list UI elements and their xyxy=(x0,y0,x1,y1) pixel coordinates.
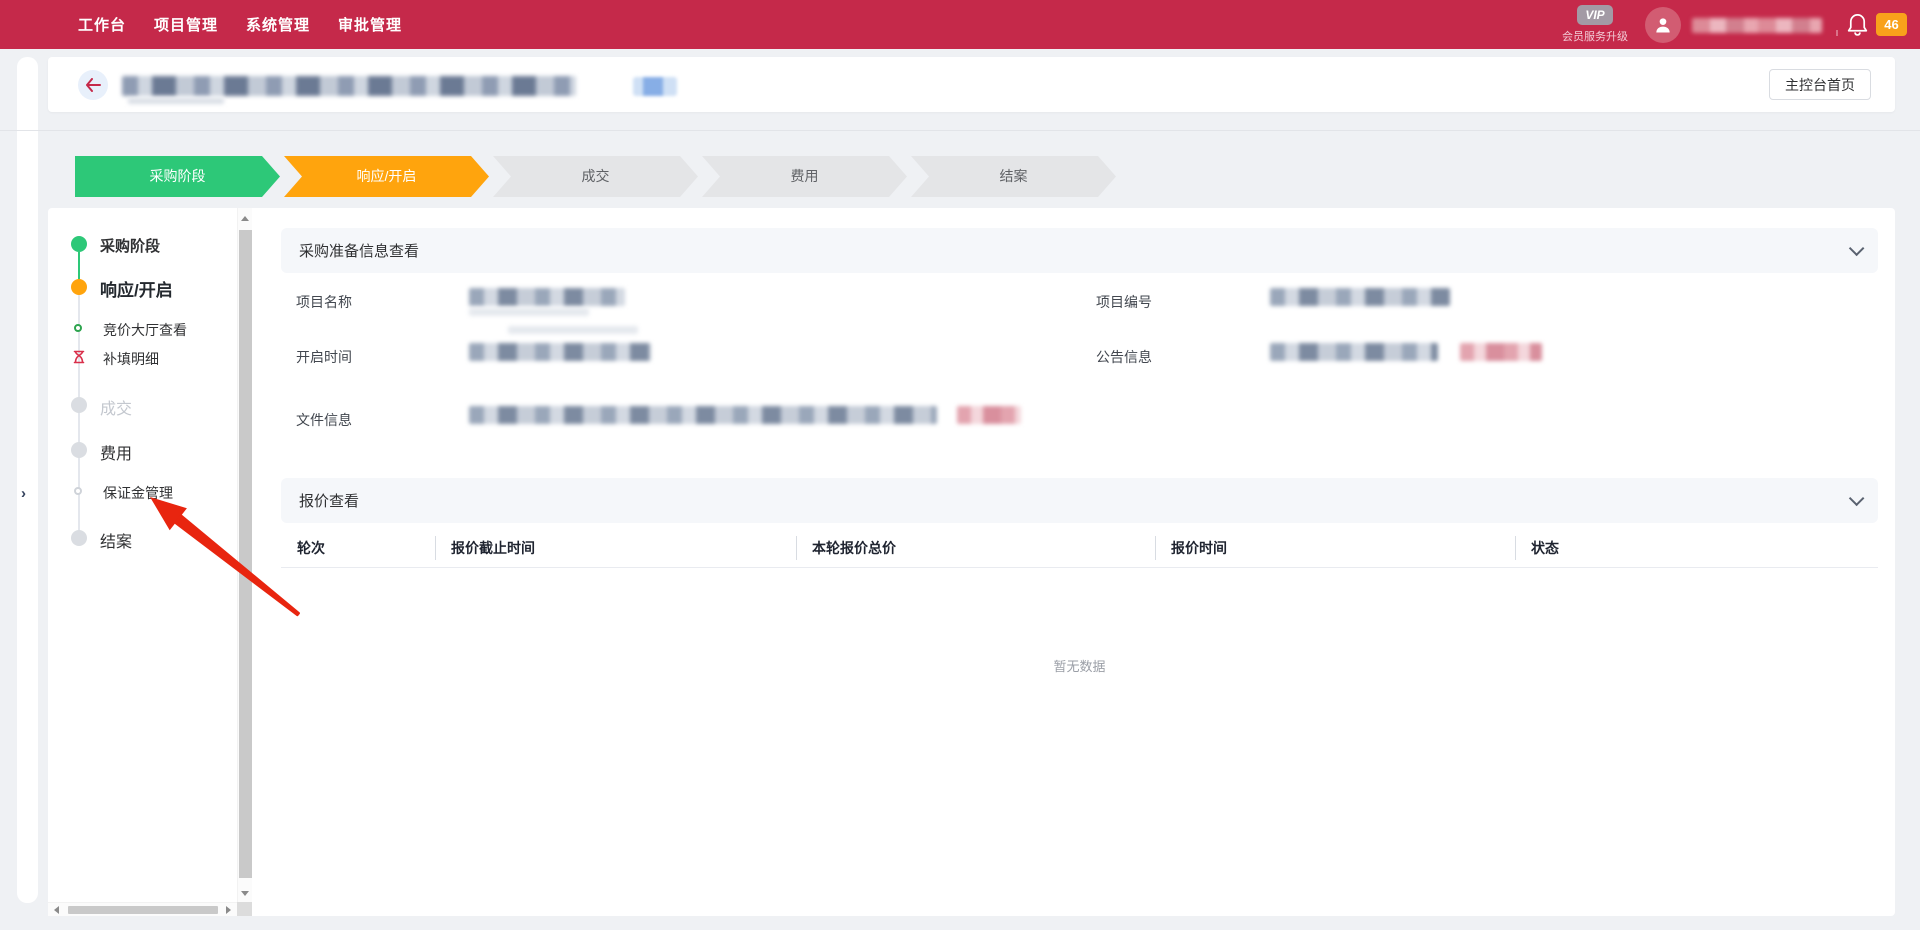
value-project-number-redacted xyxy=(1270,288,1450,306)
column-header-quote-time: 报价时间 xyxy=(1155,528,1515,567)
project-subtitle-redacted xyxy=(128,98,224,104)
quote-table-header-row: 轮次 报价截止时间 本轮报价总价 报价时间 状态 xyxy=(281,528,1878,568)
section-prep-info-header[interactable]: 采购准备信息查看 xyxy=(281,228,1878,273)
console-home-button[interactable]: 主控台首页 xyxy=(1769,69,1871,100)
header-divider xyxy=(0,130,1920,131)
value-announcement-redacted xyxy=(1270,343,1438,361)
scrollbar-corner xyxy=(237,902,252,916)
sidebar-item-deal[interactable]: 成交 xyxy=(100,395,132,419)
sidebar-horizontal-scrollbar[interactable] xyxy=(48,902,237,916)
nav-item-system-mgmt[interactable]: 系统管理 xyxy=(246,14,310,35)
scroll-down-arrow-icon[interactable] xyxy=(241,891,249,896)
scroll-right-arrow-icon[interactable] xyxy=(226,906,231,914)
value-open-time-redacted-2 xyxy=(508,326,638,334)
sidebar-item-bidding-hall[interactable]: 竞价大厅查看 xyxy=(103,320,187,340)
hourglass-icon xyxy=(72,350,86,364)
timeline-connector-done xyxy=(78,252,80,280)
project-title-redacted xyxy=(122,76,576,96)
notification-bell-icon[interactable] xyxy=(1846,12,1869,42)
value-project-name-redacted-2 xyxy=(469,308,589,316)
field-label-project-name: 项目名称 xyxy=(296,292,352,312)
column-header-status: 状态 xyxy=(1515,528,1878,567)
section-quote-title: 报价查看 xyxy=(299,490,359,511)
content-panel: 采购阶段 响应/开启 竞价大厅查看 补填明细 成交 费用 保证金管理 结案 采购… xyxy=(48,208,1895,916)
user-avatar[interactable] xyxy=(1645,7,1681,43)
column-header-round-total: 本轮报价总价 xyxy=(796,528,1155,567)
collapsed-side-panel: › xyxy=(17,57,38,903)
section-quote-header[interactable]: 报价查看 xyxy=(281,478,1878,523)
vip-icon: VIP xyxy=(1577,5,1613,25)
person-icon xyxy=(1653,15,1673,35)
sidebar-item-response-open[interactable]: 响应/开启 xyxy=(100,276,173,301)
value-project-name-redacted xyxy=(469,288,625,306)
nav-item-project-mgmt[interactable]: 项目管理 xyxy=(154,14,218,35)
scroll-up-arrow-icon[interactable] xyxy=(241,216,249,221)
sidebar-item-close[interactable]: 结案 xyxy=(100,528,132,552)
scroll-left-arrow-icon[interactable] xyxy=(54,906,59,914)
timeline-dot-procurement xyxy=(71,236,87,252)
username-redacted xyxy=(1692,18,1822,33)
vertical-scroll-thumb[interactable] xyxy=(239,230,252,878)
timeline-dot-close xyxy=(71,530,87,546)
wizard-step-deal[interactable]: 成交 xyxy=(493,156,698,197)
wizard-step-procurement[interactable]: 采购阶段 xyxy=(75,156,280,197)
collapse-chevron-icon[interactable] xyxy=(1849,491,1865,507)
nav-item-workbench[interactable]: 工作台 xyxy=(78,14,126,35)
field-label-project-number: 项目编号 xyxy=(1096,292,1152,312)
sidebar-item-supplement-detail[interactable]: 补填明细 xyxy=(103,349,159,369)
empty-state-text: 暂无数据 xyxy=(281,656,1878,675)
column-header-quote-deadline: 报价截止时间 xyxy=(435,528,796,567)
timeline-ring-deposit xyxy=(74,487,82,495)
process-step-wizard: 采购阶段 响应/开启 成交 费用 结案 xyxy=(75,156,1116,197)
wizard-step-response-open[interactable]: 响应/开启 xyxy=(284,156,489,197)
notification-count-badge[interactable]: 46 xyxy=(1876,13,1907,36)
page-header-panel: 主控台首页 xyxy=(48,57,1895,112)
expand-panel-chevron-icon[interactable]: › xyxy=(21,485,26,502)
timeline-dot-fees xyxy=(71,442,87,458)
top-navbar: 工作台 项目管理 系统管理 审批管理 VIP 会员服务升级 46 xyxy=(0,0,1920,49)
vip-caption: 会员服务升级 xyxy=(1556,28,1634,44)
sidebar-vertical-scrollbar[interactable] xyxy=(237,208,252,902)
wizard-step-close[interactable]: 结案 xyxy=(911,156,1116,197)
link-file-info-redacted[interactable] xyxy=(957,406,1021,424)
sidebar-item-deposit-mgmt[interactable]: 保证金管理 xyxy=(103,483,173,503)
link-announcement-redacted[interactable] xyxy=(1460,343,1542,361)
timeline-ring-bidding-hall xyxy=(74,324,82,332)
vip-upgrade[interactable]: VIP 会员服务升级 xyxy=(1556,5,1634,44)
status-chip-redacted xyxy=(633,77,677,96)
back-arrow-icon xyxy=(85,78,101,92)
timeline-dot-response-open xyxy=(71,279,87,295)
section-prep-info-title: 采购准备信息查看 xyxy=(299,240,419,261)
collapse-chevron-icon[interactable] xyxy=(1849,241,1865,257)
field-label-file-info: 文件信息 xyxy=(296,410,352,430)
timeline-dot-deal xyxy=(71,397,87,413)
column-header-round: 轮次 xyxy=(281,528,435,567)
sidebar-item-procurement[interactable]: 采购阶段 xyxy=(100,235,160,256)
value-file-info-redacted xyxy=(469,406,937,424)
wizard-step-fees[interactable]: 费用 xyxy=(702,156,907,197)
horizontal-scroll-thumb[interactable] xyxy=(68,906,218,914)
nav-item-approval-mgmt[interactable]: 审批管理 xyxy=(338,14,402,35)
nav-divider xyxy=(1836,30,1838,36)
main-menu: 工作台 项目管理 系统管理 审批管理 xyxy=(78,0,402,49)
back-button[interactable] xyxy=(78,70,108,100)
field-label-open-time: 开启时间 xyxy=(296,347,352,367)
sidebar-item-fees[interactable]: 费用 xyxy=(100,440,132,464)
field-label-announcement: 公告信息 xyxy=(1096,347,1152,367)
value-open-time-redacted xyxy=(469,343,651,361)
